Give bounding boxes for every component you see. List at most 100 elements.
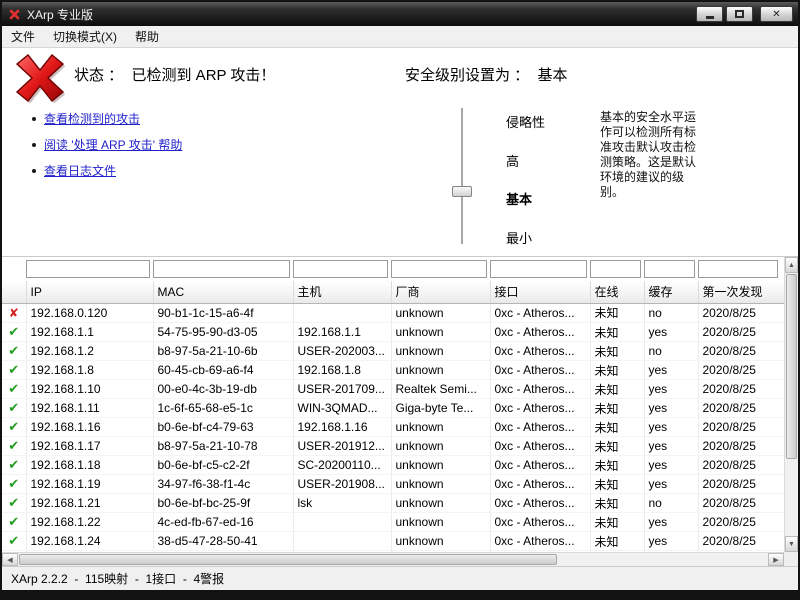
cell-interface: 0xc - Atheros... — [490, 532, 590, 551]
link-view-attacks[interactable]: 查看检测到的攻击 — [44, 110, 140, 127]
cell-host: 192.168.1.8 — [293, 361, 391, 380]
header-cell-cache[interactable]: 缓存 — [644, 281, 698, 303]
cell-vendor: unknown — [391, 304, 490, 323]
cell-mac: b0-6e-bf-c5-c2-2f — [153, 456, 293, 475]
cell-interface: 0xc - Atheros... — [490, 418, 590, 437]
status-value: 已检测到 ARP 攻击！ — [132, 67, 276, 84]
row-status-icon: ✔ — [8, 457, 19, 472]
cell-interface: 0xc - Atheros... — [490, 475, 590, 494]
menu-item-help[interactable]: 帮助 — [126, 25, 168, 48]
horizontal-scrollbar[interactable]: ◀ ▶ — [2, 552, 784, 566]
statusbar: XArp 2.2.2 - 115映射 - 1接口 - 4警报 — [2, 566, 798, 590]
list-item: 查看日志文件 — [32, 162, 182, 179]
close-button[interactable]: ✕ — [760, 6, 793, 22]
cell-first-seen: 2020/8/25 — [698, 456, 784, 475]
xarp-logo-icon — [8, 8, 21, 21]
scroll-right-button[interactable]: ▶ — [768, 553, 784, 566]
list-item: 阅读 '处理 ARP 攻击' 帮助 — [32, 136, 182, 153]
cell-interface: 0xc - Atheros... — [490, 513, 590, 532]
menu-item-switch-mode[interactable]: 切换模式(X) — [44, 25, 126, 48]
cell-ip: 192.168.1.10 — [26, 380, 153, 399]
table-row[interactable]: ✔ 192.168.1.19 34-97-f6-38-f1-4c USER-20… — [2, 475, 784, 494]
header-cell-mac[interactable]: MAC — [153, 281, 293, 303]
app-window: XArp 专业版 ✕ 文件 切换模式(X) 帮助 状态 ： 已检测到 ARP 攻… — [0, 0, 800, 600]
security-slider-track[interactable] — [461, 108, 463, 244]
scroll-down-button[interactable]: ▼ — [785, 536, 798, 552]
slider-level-label: 高 — [506, 151, 519, 170]
table-row[interactable]: ✔ 192.168.1.10 00-e0-4c-3b-19-db USER-20… — [2, 380, 784, 399]
filter-input-cache[interactable] — [644, 260, 695, 278]
table-row[interactable]: ✘ 192.168.0.120 90-b1-1c-15-a6-4f unknow… — [2, 304, 784, 323]
header-cell-host[interactable]: 主机 — [293, 281, 391, 303]
app-icon[interactable] — [7, 7, 21, 21]
table-row[interactable]: ✔ 192.168.1.2 b8-97-5a-21-10-6b USER-202… — [2, 342, 784, 361]
header-cell-vendor[interactable]: 厂商 — [391, 281, 490, 303]
cell-online: 未知 — [590, 456, 644, 475]
row-status-icon: ✔ — [8, 400, 19, 415]
titlebar: XArp 专业版 ✕ — [2, 2, 798, 26]
cell-first-seen: 2020/8/25 — [698, 437, 784, 456]
filter-input-first-seen[interactable] — [698, 260, 778, 278]
cell-first-seen: 2020/8/25 — [698, 494, 784, 513]
minimize-icon — [706, 16, 714, 19]
cell-mac: b0-6e-bf-c4-79-63 — [153, 418, 293, 437]
table-row[interactable]: ✔ 192.168.1.18 b0-6e-bf-c5-c2-2f SC-2020… — [2, 456, 784, 475]
vertical-scrollbar[interactable]: ▲ ▼ — [784, 257, 798, 552]
table-row[interactable]: ✔ 192.168.1.17 b8-97-5a-21-10-78 USER-20… — [2, 437, 784, 456]
cell-mac: b8-97-5a-21-10-78 — [153, 437, 293, 456]
cell-interface: 0xc - Atheros... — [490, 304, 590, 323]
scroll-up-button[interactable]: ▲ — [785, 257, 798, 273]
minimize-button[interactable] — [696, 6, 723, 22]
cell-vendor: unknown — [391, 494, 490, 513]
maximize-button[interactable] — [726, 6, 753, 22]
filter-input-interface[interactable] — [490, 260, 587, 278]
table-row[interactable]: ✔ 192.168.1.8 60-45-cb-69-a6-f4 192.168.… — [2, 361, 784, 380]
filter-input-vendor[interactable] — [391, 260, 487, 278]
table-row[interactable]: ✔ 192.168.1.16 b0-6e-bf-c4-79-63 192.168… — [2, 418, 784, 437]
link-read-arp-help[interactable]: 阅读 '处理 ARP 攻击' 帮助 — [44, 136, 182, 153]
table-row[interactable]: ✔ 192.168.1.24 38-d5-47-28-50-41 unknown… — [2, 532, 784, 551]
cell-vendor: Realtek Semi... — [391, 380, 490, 399]
cell-host: 192.168.1.1 — [293, 323, 391, 342]
filter-input-host[interactable] — [293, 260, 388, 278]
header-cell-online[interactable]: 在线 — [590, 281, 644, 303]
cell-host: USER-201908... — [293, 475, 391, 494]
table-row[interactable]: ✔ 192.168.1.11 1c-6f-65-68-e5-1c WIN-3QM… — [2, 399, 784, 418]
cell-host — [293, 513, 391, 532]
cell-mac: b8-97-5a-21-10-6b — [153, 342, 293, 361]
cell-ip: 192.168.1.21 — [26, 494, 153, 513]
table-rows-viewport: ✘ 192.168.0.120 90-b1-1c-15-a6-4f unknow… — [2, 304, 798, 554]
cell-mac: 90-b1-1c-15-a6-4f — [153, 304, 293, 323]
header-cell-interface[interactable]: 接口 — [490, 281, 590, 303]
link-view-log-file[interactable]: 查看日志文件 — [44, 162, 116, 179]
filter-input-mac[interactable] — [153, 260, 290, 278]
header-cell-status[interactable] — [2, 281, 26, 303]
cell-online: 未知 — [590, 323, 644, 342]
cell-mac: 4c-ed-fb-67-ed-16 — [153, 513, 293, 532]
filter-input-ip[interactable] — [26, 260, 150, 278]
menu-item-file[interactable]: 文件 — [2, 25, 44, 48]
cell-interface: 0xc - Atheros... — [490, 323, 590, 342]
cell-online: 未知 — [590, 513, 644, 532]
scroll-left-button[interactable]: ◀ — [2, 553, 18, 566]
table-row[interactable]: ✔ 192.168.1.22 4c-ed-fb-67-ed-16 unknown… — [2, 513, 784, 532]
table-row[interactable]: ✔ 192.168.1.21 b0-6e-bf-bc-25-9f lsk unk… — [2, 494, 784, 513]
cell-mac: 00-e0-4c-3b-19-db — [153, 380, 293, 399]
header-cell-ip[interactable]: IP — [26, 281, 153, 303]
horizontal-scroll-thumb[interactable] — [19, 554, 557, 565]
cell-ip: 192.168.1.16 — [26, 418, 153, 437]
row-status-icon: ✔ — [8, 495, 19, 510]
cell-mac: 38-d5-47-28-50-41 — [153, 532, 293, 551]
table-row[interactable]: ✔ 192.168.1.1 54-75-95-90-d3-05 192.168.… — [2, 323, 784, 342]
cell-cache: yes — [644, 456, 698, 475]
header-cell-first-seen[interactable]: 第一次发现 — [698, 281, 784, 303]
security-slider-thumb[interactable] — [452, 186, 472, 197]
cell-vendor: unknown — [391, 418, 490, 437]
vertical-scroll-thumb[interactable] — [786, 274, 797, 459]
slider-level-label: 基本 — [506, 189, 532, 208]
cell-cache: yes — [644, 475, 698, 494]
row-status-icon: ✔ — [8, 438, 19, 453]
filter-input-online[interactable] — [590, 260, 641, 278]
cell-online: 未知 — [590, 532, 644, 551]
cell-online: 未知 — [590, 399, 644, 418]
